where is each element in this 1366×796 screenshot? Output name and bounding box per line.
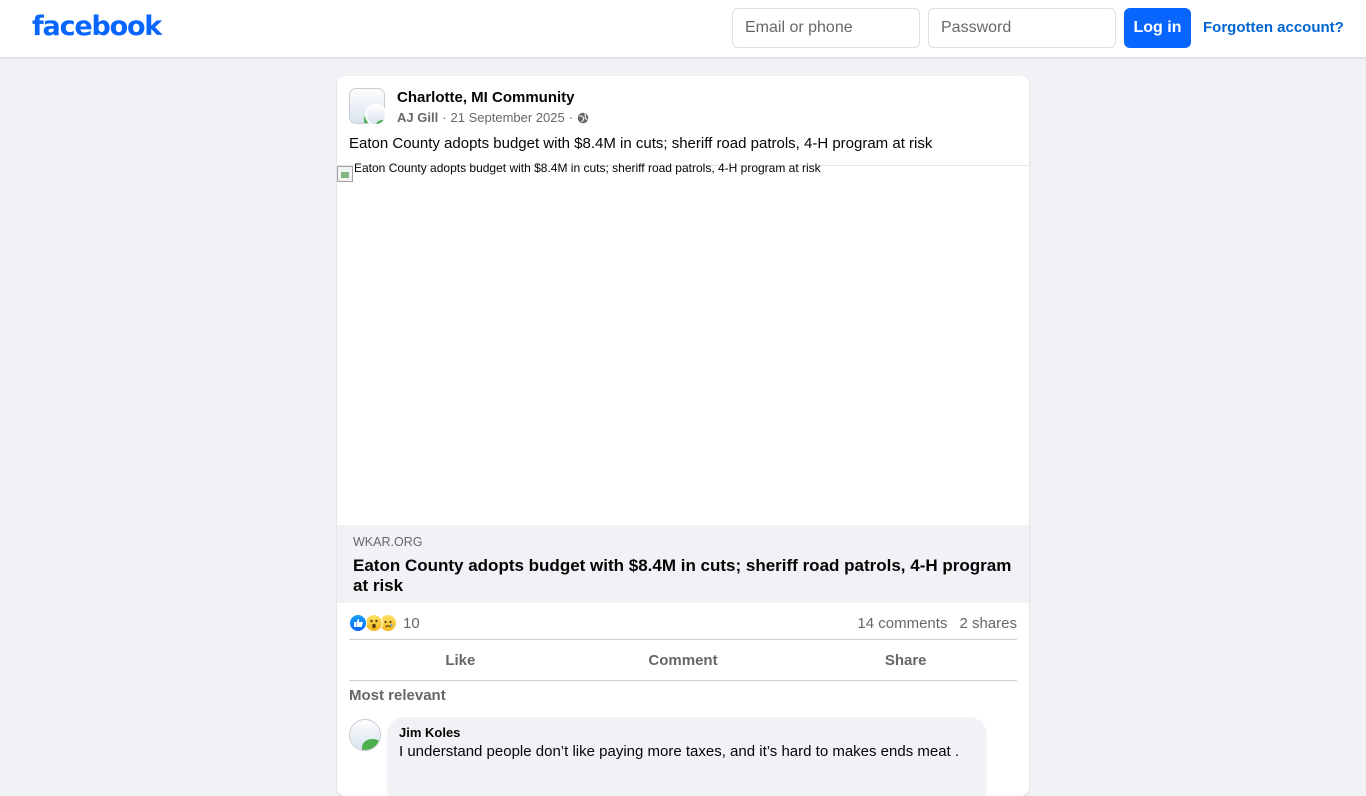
post-text: Eaton County adopts budget with $8.4M in… — [349, 135, 933, 152]
password-field[interactable] — [928, 8, 1116, 48]
login-button[interactable]: Log in — [1124, 8, 1191, 48]
image-alt-text: Eaton County adopts budget with $8.4M in… — [354, 161, 821, 175]
post-meta: AJ Gill · 21 September 2025 · — [397, 110, 589, 125]
like-button[interactable]: Like — [349, 640, 572, 680]
meta-separator: · — [442, 110, 447, 125]
post-date[interactable]: 21 September 2025 — [451, 110, 565, 125]
comments-count[interactable]: 14 comments — [857, 615, 947, 632]
group-name[interactable]: Charlotte, MI Community — [397, 89, 575, 106]
link-preview[interactable]: WKAR.ORG Eaton County adopts budget with… — [337, 525, 1029, 603]
wow-icon[interactable] — [365, 614, 383, 632]
comment-sort-dropdown[interactable]: Most relevant — [349, 687, 446, 704]
commenter-avatar[interactable] — [349, 719, 381, 751]
facebook-logo[interactable]: facebook — [32, 11, 162, 42]
post-stats: 10 14 comments 2 shares — [349, 612, 1017, 634]
comment: Jim Koles I understand people don’t like… — [387, 717, 987, 796]
globe-icon — [577, 112, 589, 123]
share-button[interactable]: Share — [794, 640, 1017, 680]
forgotten-account-link[interactable]: Forgotten account? — [1203, 19, 1344, 36]
stats-right: 14 comments 2 shares — [857, 615, 1017, 632]
comment-author[interactable]: Jim Koles — [399, 725, 975, 740]
like-icon[interactable] — [349, 614, 367, 632]
post-card: Charlotte, MI Community AJ Gill · 21 Sep… — [337, 76, 1029, 796]
comment-text: I understand people don’t like paying mo… — [399, 743, 960, 760]
email-field[interactable] — [732, 8, 920, 48]
comment-button[interactable]: Comment — [572, 640, 795, 680]
reaction-count[interactable]: 10 — [403, 615, 420, 632]
post-actions: Like Comment Share — [349, 639, 1017, 681]
link-preview-image[interactable]: Eaton County adopts budget with $8.4M in… — [337, 162, 1029, 525]
shares-count[interactable]: 2 shares — [959, 615, 1017, 632]
meta-separator: · — [568, 110, 574, 125]
author-avatar[interactable] — [365, 104, 387, 126]
broken-image: Eaton County adopts budget with $8.4M in… — [337, 162, 821, 182]
post-author[interactable]: AJ Gill — [397, 110, 438, 125]
top-bar: facebook Log in Forgotten account? — [0, 0, 1366, 57]
group-avatar[interactable] — [349, 88, 387, 126]
link-title[interactable]: Eaton County adopts budget with $8.4M in… — [353, 556, 1013, 596]
link-domain: WKAR.ORG — [353, 535, 423, 549]
broken-image-icon — [337, 166, 353, 182]
